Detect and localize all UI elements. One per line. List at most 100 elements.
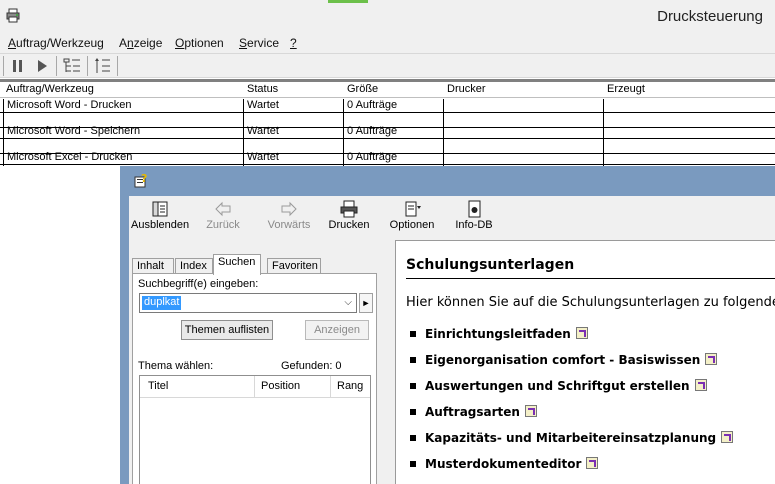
menu-help[interactable]: ? — [290, 36, 297, 50]
menu-service[interactable]: Service — [239, 36, 279, 50]
found-count: Gefunden: 0 — [281, 360, 342, 372]
bullet-icon — [410, 434, 416, 441]
jump-link-icon[interactable] — [705, 352, 718, 365]
grid-line — [343, 99, 344, 166]
content-intro: Hier können Sie auf die Schulungsunterla… — [406, 295, 775, 310]
list-item: Musterdokumenteditor — [410, 456, 599, 471]
forward-label: Vorwärts — [267, 219, 311, 231]
job-name: Microsoft Excel - Drucken — [7, 151, 133, 163]
jump-link-icon[interactable] — [694, 378, 707, 391]
toolbar-separator — [3, 56, 4, 76]
bullet-icon — [410, 460, 416, 467]
job-name: Microsoft Word - Drucken — [7, 99, 132, 111]
choose-topic-label: Thema wählen: — [138, 360, 214, 372]
arrow-left-icon — [215, 201, 231, 217]
hide-button[interactable]: Ausblenden — [131, 198, 189, 236]
menu-bar: Auftrag/Werkzeug Anzeige Optionen Servic… — [0, 33, 775, 53]
tab-suchen[interactable]: Suchen — [213, 254, 261, 275]
bullet-icon — [410, 382, 416, 389]
taskbar-accent — [328, 0, 368, 3]
back-button[interactable]: Zurück — [201, 198, 245, 236]
column-divider[interactable] — [330, 376, 331, 398]
chevron-down-icon[interactable]: ⌵ — [344, 297, 352, 308]
help-toolbar: Ausblenden Zurück Vorwärts Drucken Optio… — [129, 196, 775, 238]
menu-anzeige[interactable]: Anzeige — [119, 36, 162, 50]
column-header-size[interactable]: Größe — [345, 83, 378, 95]
column-header-printer[interactable]: Drucker — [445, 83, 486, 95]
search-input[interactable]: duplkat ⌵ — [139, 293, 357, 313]
arrow-right-icon[interactable]: ► — [359, 293, 373, 313]
table-row[interactable]: Microsoft Word - Drucken Wartet 0 Aufträ… — [0, 99, 775, 113]
printer-app-icon[interactable] — [5, 7, 21, 23]
search-value: duplkat — [142, 296, 182, 310]
jump-link-icon[interactable] — [721, 430, 734, 443]
item-label: Kapazitäts- und Mitarbeitereinsatzplanun… — [425, 431, 717, 445]
list-topics-button[interactable]: Themen auflisten — [181, 320, 273, 340]
column-header-position[interactable]: Position — [261, 380, 300, 392]
grid-line — [603, 99, 604, 166]
window-title: Drucksteuerung — [657, 8, 763, 25]
list-item: Eigenorganisation comfort - Basiswissen — [410, 352, 718, 367]
infodb-button[interactable]: Info-DB — [454, 198, 494, 236]
help-title-bar: ? — [120, 166, 775, 196]
item-label: Einrichtungsleitfaden — [425, 327, 571, 341]
grid-line — [443, 99, 444, 166]
help-window: ? Ausblenden Zurück Vorwärts Drucken Opt… — [120, 166, 775, 484]
options-button[interactable]: Optionen — [386, 198, 438, 236]
hide-panel-icon — [152, 201, 168, 217]
bullet-icon — [410, 330, 416, 337]
item-label: Auftragsarten — [425, 405, 520, 419]
topics-list[interactable]: Titel Position Rang — [139, 375, 371, 484]
jump-link-icon[interactable] — [524, 404, 537, 417]
help-book-icon[interactable]: ? — [133, 173, 149, 189]
printer-icon — [340, 200, 358, 218]
pause-icon[interactable] — [8, 57, 28, 75]
search-panel: Suchbegriff(e) eingeben: duplkat ⌵ ► The… — [132, 273, 377, 484]
forward-button[interactable]: Vorwärts — [263, 198, 315, 236]
menu-optionen[interactable]: Optionen — [175, 36, 224, 50]
list-item: Auswertungen und Schriftgut erstellen — [410, 378, 707, 393]
grid-line — [243, 99, 244, 166]
tree-numbered-icon[interactable] — [93, 57, 113, 75]
jump-link-icon[interactable] — [575, 326, 588, 339]
arrow-right-icon — [281, 201, 297, 217]
column-header-title[interactable]: Titel — [148, 380, 168, 392]
list-item: Einrichtungsleitfaden — [410, 326, 588, 341]
play-icon[interactable] — [32, 57, 52, 75]
print-button[interactable]: Drucken — [326, 198, 372, 236]
column-header-rank[interactable]: Rang — [337, 380, 363, 392]
column-header-status[interactable]: Status — [245, 83, 278, 95]
job-status: Wartet — [247, 99, 279, 111]
help-content-pane: Schulungsunterlagen Hier können Sie auf … — [395, 240, 775, 484]
options-label: Optionen — [389, 219, 435, 231]
item-label: Auswertungen und Schriftgut erstellen — [425, 379, 690, 393]
tree-details-icon[interactable] — [62, 57, 82, 75]
options-icon — [405, 201, 421, 217]
bullet-icon — [410, 356, 416, 363]
content-heading: Schulungsunterlagen — [406, 257, 575, 273]
help-client: Ausblenden Zurück Vorwärts Drucken Optio… — [129, 196, 775, 484]
show-button[interactable]: Anzeigen — [305, 320, 369, 340]
jump-link-icon[interactable] — [586, 456, 599, 469]
job-status: Wartet — [247, 125, 279, 137]
job-size: 0 Aufträge — [347, 151, 398, 163]
toolbar-separator — [87, 56, 88, 76]
svg-text:?: ? — [141, 173, 147, 185]
table-row[interactable]: Microsoft Excel - Drucken Wartet 0 Auftr… — [0, 151, 775, 165]
column-divider[interactable] — [254, 376, 255, 398]
column-header-job[interactable]: Auftrag/Werkzeug — [4, 83, 94, 95]
table-header: Auftrag/Werkzeug Status Größe Drucker Er… — [0, 82, 775, 98]
search-label: Suchbegriff(e) eingeben: — [138, 278, 259, 290]
back-label: Zurück — [206, 219, 240, 231]
heading-underline — [406, 278, 775, 279]
job-size: 0 Aufträge — [347, 99, 398, 111]
column-header-created[interactable]: Erzeugt — [605, 83, 645, 95]
job-status: Wartet — [247, 151, 279, 163]
list-item: Auftragsarten — [410, 404, 537, 419]
menu-auftrag[interactable]: Auftrag/Werkzeug — [8, 36, 104, 50]
topics-list-header: Titel Position Rang — [140, 376, 370, 398]
table-row[interactable]: Microsoft Word - Speichern Wartet 0 Auft… — [0, 125, 775, 139]
document-icon — [468, 200, 481, 218]
item-label: Eigenorganisation comfort - Basiswissen — [425, 353, 701, 367]
job-size: 0 Aufträge — [347, 125, 398, 137]
